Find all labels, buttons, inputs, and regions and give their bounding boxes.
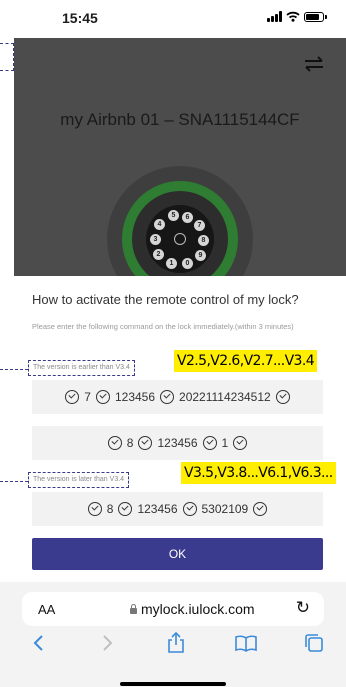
forward-icon[interactable]: [94, 630, 122, 656]
command-row-1: 7 123456 20221114234512: [32, 380, 323, 414]
device-hero: my Airbnb 01 – SNA1115144CF 5 6 7 4 8 3 …: [14, 38, 346, 276]
reader-aa-button[interactable]: AA: [38, 602, 55, 617]
annotation-line-early: [0, 369, 28, 370]
version-late-highlight: V3.5,V3.8...V6.1,V6.3...: [181, 462, 336, 484]
annotation-bracket-top: [0, 43, 14, 71]
home-indicator: [120, 682, 226, 686]
device-title: my Airbnb 01 – SNA1115144CF: [60, 110, 300, 129]
battery-icon: [304, 11, 327, 22]
address-bar[interactable]: AA mylock.iulock.com ↻: [22, 592, 324, 626]
check-circle-icon: [182, 502, 197, 516]
status-time: 15:45: [62, 10, 98, 26]
reload-icon[interactable]: ↻: [296, 598, 310, 618]
dialog-instruction: Please enter the following command on th…: [32, 322, 294, 331]
command-value: 20221114234512: [179, 390, 271, 404]
command-row-3: 8 123456 5302109: [32, 492, 323, 526]
keypad-key: 3: [150, 234, 161, 245]
command-value: 8: [126, 436, 134, 450]
back-icon[interactable]: [24, 630, 52, 656]
keypad-key: 1: [166, 258, 177, 269]
browser-chrome: AA mylock.iulock.com ↻: [0, 582, 346, 687]
status-bar: 15:45: [0, 0, 346, 38]
bookmarks-icon[interactable]: [232, 630, 260, 656]
keypad-key: 9: [195, 250, 206, 261]
wifi-icon: [286, 11, 300, 22]
command-value: 5302109: [201, 502, 249, 516]
keypad-key: 8: [198, 235, 209, 246]
version-early-highlight: V2.5,V2.6,V2.7...V3.4: [174, 350, 318, 372]
keypad-key: 0: [182, 258, 193, 269]
command-value: 123456: [114, 390, 156, 404]
version-late-label: The version is later than V3.4: [28, 472, 130, 488]
check-circle-icon: [95, 390, 110, 404]
tabs-icon[interactable]: [300, 630, 328, 656]
url-text: mylock.iulock.com: [141, 601, 255, 617]
command-value: 123456: [137, 502, 178, 516]
browser-toolbar: [0, 630, 346, 656]
check-circle-icon: [118, 502, 133, 516]
keypad-key: 5: [168, 210, 179, 221]
keypad-center: [174, 233, 186, 245]
keypad-key: 4: [154, 219, 165, 230]
command-value: 1: [221, 436, 229, 450]
swap-arrows-icon[interactable]: [302, 52, 326, 76]
lock-keypad: 5 6 7 4 8 3 9 2 0 1: [146, 205, 214, 273]
url-display[interactable]: mylock.iulock.com: [130, 601, 255, 617]
command-row-2: 8 123456 1: [32, 426, 323, 460]
share-icon[interactable]: [162, 630, 190, 656]
annotation-line-late: [0, 481, 28, 482]
signal-icon: [267, 11, 282, 22]
check-circle-icon: [65, 390, 80, 404]
ok-button[interactable]: OK: [32, 538, 323, 570]
check-circle-icon: [253, 502, 268, 516]
check-circle-icon: [275, 390, 290, 404]
command-value: 8: [106, 502, 114, 516]
check-circle-icon: [202, 436, 217, 450]
dialog-question: How to activate the remote control of my…: [32, 292, 299, 307]
check-circle-icon: [233, 436, 248, 450]
command-value: 123456: [157, 436, 198, 450]
lock-icon: [130, 603, 137, 614]
check-circle-icon: [87, 502, 102, 516]
check-circle-icon: [138, 436, 153, 450]
version-early-label: The version is earlier than V3.4: [28, 360, 135, 376]
keypad-key: 6: [182, 212, 193, 223]
status-icons: [267, 11, 327, 22]
command-value: 7: [84, 390, 91, 404]
keypad-key: 7: [194, 220, 205, 231]
check-circle-icon: [107, 436, 122, 450]
keypad-key: 2: [153, 249, 164, 260]
check-circle-icon: [160, 390, 175, 404]
